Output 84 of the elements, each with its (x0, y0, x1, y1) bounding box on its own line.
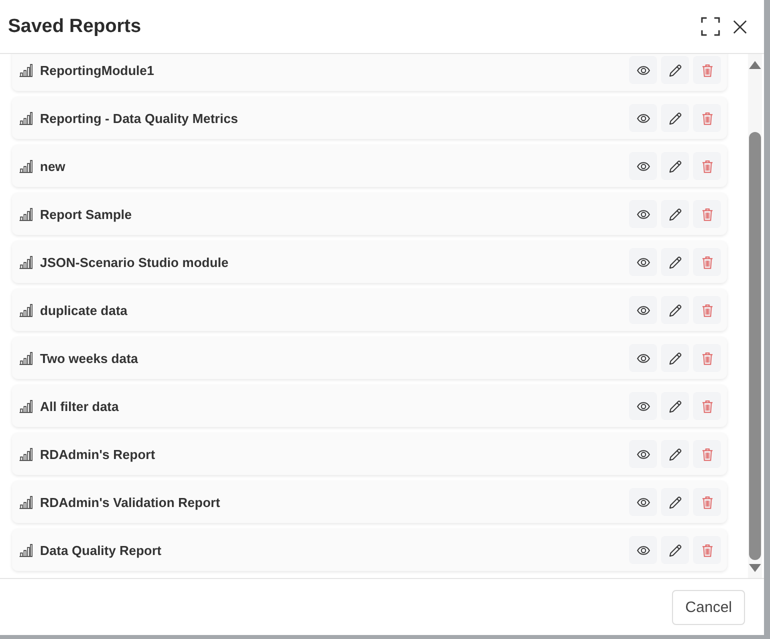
pencil-icon (668, 256, 682, 268)
pencil-icon (668, 112, 682, 124)
report-name: JSON-Scenario Studio module (40, 254, 229, 270)
report-name: RDAdmin's Report (40, 446, 156, 462)
eye-icon (636, 114, 650, 122)
pencil-icon (668, 448, 682, 460)
scrollbar-thumb[interactable] (749, 132, 761, 560)
view-button[interactable] (629, 104, 657, 132)
view-button[interactable] (629, 536, 657, 564)
report-name: new (40, 158, 66, 174)
pencil-icon (668, 160, 682, 172)
eye-icon (636, 258, 650, 266)
view-button[interactable] (629, 488, 657, 516)
edit-button[interactable] (661, 392, 689, 420)
view-button[interactable] (629, 200, 657, 228)
bar-chart-icon (19, 304, 33, 316)
edit-button[interactable] (661, 104, 689, 132)
eye-icon (636, 498, 650, 506)
trash-icon (702, 64, 712, 76)
view-button[interactable] (629, 344, 657, 372)
eye-icon (636, 66, 650, 74)
view-button[interactable] (629, 56, 657, 84)
view-button[interactable] (629, 152, 657, 180)
report-name: RDAdmin's Validation Report (40, 494, 220, 510)
cancel-button[interactable]: Cancel (672, 590, 745, 624)
bar-chart-icon (19, 160, 33, 172)
trash-icon (702, 208, 712, 220)
bar-chart-icon (19, 112, 33, 124)
edit-button[interactable] (661, 536, 689, 564)
edit-button[interactable] (661, 344, 689, 372)
trash-icon (702, 112, 712, 124)
report-name: Two weeks data (40, 350, 138, 366)
report-name: Data Quality Report (40, 542, 162, 558)
pencil-icon (668, 496, 682, 508)
eye-icon (636, 546, 650, 554)
view-button[interactable] (629, 296, 657, 324)
edit-button[interactable] (661, 200, 689, 228)
eye-icon (636, 402, 650, 410)
report-name: ReportingModule1 (40, 62, 154, 78)
eye-icon (636, 450, 650, 458)
report-name: Report Sample (40, 206, 132, 222)
edit-button[interactable] (661, 488, 689, 516)
pencil-icon (668, 544, 682, 556)
trash-icon (702, 160, 712, 172)
trash-icon (702, 496, 712, 508)
scroll-down-icon[interactable] (749, 564, 761, 572)
bar-chart-icon (19, 208, 33, 220)
eye-icon (636, 306, 650, 314)
edit-button[interactable] (661, 296, 689, 324)
edit-button[interactable] (661, 152, 689, 180)
report-name: duplicate data (40, 302, 128, 318)
pencil-icon (668, 64, 682, 76)
bar-chart-icon (19, 64, 33, 76)
trash-icon (702, 304, 712, 316)
eye-icon (636, 354, 650, 362)
bar-chart-icon (19, 400, 33, 412)
trash-icon (702, 256, 712, 268)
pencil-icon (668, 304, 682, 316)
close-icon[interactable] (733, 20, 747, 34)
view-button[interactable] (629, 392, 657, 420)
edit-button[interactable] (661, 56, 689, 84)
expand-icon[interactable] (701, 17, 720, 36)
bar-chart-icon (19, 256, 33, 268)
dialog-title: Saved Reports (8, 16, 142, 38)
view-button[interactable] (629, 440, 657, 468)
trash-icon (702, 352, 712, 364)
trash-icon (702, 544, 712, 556)
trash-icon (702, 400, 712, 412)
report-name: All filter data (40, 398, 119, 414)
edit-button[interactable] (661, 440, 689, 468)
bar-chart-icon (19, 448, 33, 460)
bar-chart-icon (19, 544, 33, 556)
pencil-icon (668, 208, 682, 220)
pencil-icon (668, 352, 682, 364)
pencil-icon (668, 400, 682, 412)
eye-icon (636, 162, 650, 170)
eye-icon (636, 210, 650, 218)
report-name: Reporting - Data Quality Metrics (40, 110, 238, 126)
bar-chart-icon (19, 496, 33, 508)
bar-chart-icon (19, 352, 33, 364)
view-button[interactable] (629, 248, 657, 276)
scroll-up-icon[interactable] (749, 61, 761, 69)
edit-button[interactable] (661, 248, 689, 276)
trash-icon (702, 448, 712, 460)
